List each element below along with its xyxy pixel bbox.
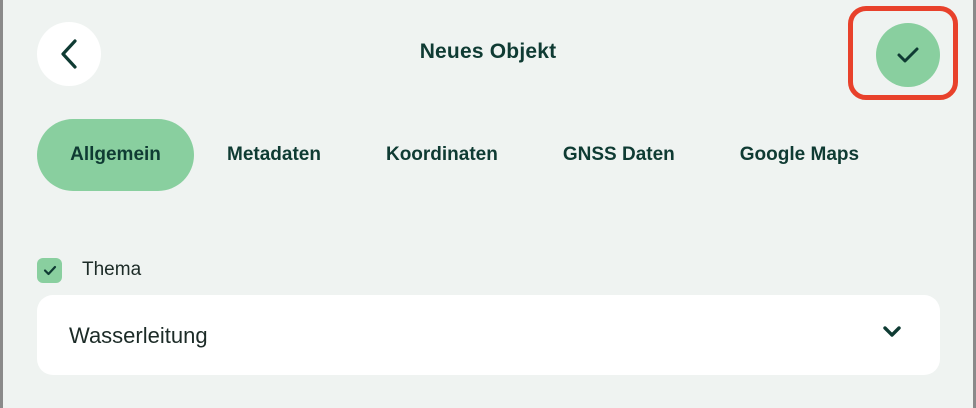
thema-select-value: Wasserleitung xyxy=(69,323,208,348)
tab-bar: Allgemein Metadaten Koordinaten GNSS Dat… xyxy=(37,119,859,191)
checkmark-icon xyxy=(43,265,56,276)
thema-checkbox[interactable] xyxy=(37,258,62,283)
tab-allgemein[interactable]: Allgemein xyxy=(37,119,194,191)
tab-gnss-daten[interactable]: GNSS Daten xyxy=(563,119,675,191)
tab-metadaten[interactable]: Metadaten xyxy=(227,119,321,191)
confirm-button[interactable] xyxy=(876,23,940,87)
checkmark-icon xyxy=(897,47,919,63)
thema-label: Thema xyxy=(82,259,142,280)
thema-select[interactable]: Wasserleitung xyxy=(37,295,940,375)
chevron-down-icon xyxy=(883,326,901,337)
tab-google-maps[interactable]: Google Maps xyxy=(740,119,859,191)
page-title: Neues Objekt xyxy=(419,40,557,63)
tab-koordinaten[interactable]: Koordinaten xyxy=(386,119,498,191)
new-object-screen: Neues Objekt Allgemein Metadaten Koordin… xyxy=(3,0,973,408)
